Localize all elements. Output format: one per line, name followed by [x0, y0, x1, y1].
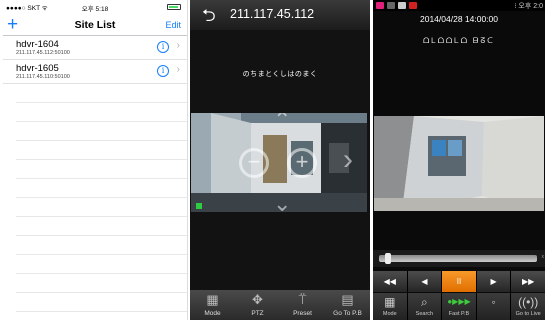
- osd-text: のちまとくしはのまく: [242, 71, 318, 78]
- info-icon[interactable]: i: [157, 41, 169, 53]
- zoom-in-icon[interactable]: +: [287, 148, 317, 178]
- fast-playback-icon: ●▶▶▶: [447, 297, 471, 306]
- site-row[interactable]: hdvr-1604 211.117.45.112:50100 i ›: [3, 36, 187, 60]
- bottom-bar-label: Mode: [382, 311, 397, 317]
- zoom-out-icon[interactable]: −: [239, 148, 269, 178]
- mail-icon: [409, 2, 417, 9]
- seek-end-label: x: [541, 254, 545, 260]
- empty-row: [16, 293, 187, 312]
- playback-bottom-bar: ▦ Mode ⌕ Search ●▶▶▶ Fast P.B ◦ ((•)) Go to Live: [373, 293, 545, 320]
- pause-button[interactable]: II: [442, 271, 476, 292]
- bottom-bar-label: Fast P.B: [448, 311, 470, 317]
- cloud-icon: [398, 2, 406, 9]
- toolbar-label: PTZ: [251, 310, 264, 317]
- usb-icon: [387, 2, 395, 9]
- empty-row: [16, 179, 187, 198]
- empty-row: [16, 141, 187, 160]
- fast-p-b-button[interactable]: ●▶▶▶ Fast P.B: [442, 293, 476, 320]
- ptz-up-icon[interactable]: ⌃: [273, 113, 291, 131]
- battery-icon: [167, 4, 181, 10]
- empty-list-area: [3, 84, 187, 320]
- toolbar-label: Preset: [293, 310, 312, 317]
- live-icon: ((•)): [518, 295, 539, 309]
- site-address: 211.117.45.112:50100: [16, 50, 70, 56]
- device-ip: 211.117.45.112: [230, 7, 315, 21]
- empty-row: [16, 217, 187, 236]
- mode-button[interactable]: ▦ Mode: [190, 290, 235, 320]
- grid-icon: ▦: [384, 295, 396, 309]
- bottom-bar-label: Go to Live: [515, 311, 541, 317]
- info-icon[interactable]: i: [157, 65, 169, 77]
- timestamp: 2014/04/28 14:00:00: [420, 14, 498, 24]
- live-header: ⮌ 211.117.45.112: [190, 0, 370, 30]
- mode-button[interactable]: ▦ Mode: [373, 293, 407, 320]
- recording-indicator-icon: [196, 203, 202, 209]
- toolbar-label: Mode: [204, 310, 221, 317]
- clock-label: 오후 5:18: [81, 6, 109, 13]
- ptz-right-icon[interactable]: ›: [343, 145, 353, 175]
- preset-icon: ⍡: [298, 292, 307, 307]
- ptz-icon: ✥: [252, 292, 263, 307]
- chevron-right-icon: ›: [176, 64, 180, 75]
- seek-bar[interactable]: x: [373, 250, 545, 267]
- site-row[interactable]: hdvr-1605 211.117.45.110:50100 i ›: [3, 60, 187, 84]
- site-address: 211.117.45.110:50100: [16, 74, 70, 80]
- grid-icon: ▦: [206, 292, 219, 307]
- signal-icon: ◦: [491, 295, 496, 309]
- seek-track[interactable]: [379, 255, 537, 262]
- app-notification-icon: [376, 2, 384, 9]
- empty-row: [16, 274, 187, 293]
- playback-video[interactable]: [374, 116, 544, 211]
- notification-icons: [376, 2, 417, 9]
- bottom-bar-label: Search: [415, 311, 434, 317]
- play-button[interactable]: ▶: [476, 271, 511, 292]
- empty-row: [16, 198, 187, 217]
- back-icon[interactable]: ⮌: [202, 3, 216, 32]
- clock-label: ⁝ 오후 2:0: [514, 3, 543, 10]
- live-toolbar: ▦ Mode ✥ PTZ ⍡ Preset ▤ Go To P.B: [190, 290, 370, 320]
- empty-row: [16, 236, 187, 255]
- site-name: hdvr-1604: [16, 39, 59, 50]
- playback-controls: ◀◀ ◀ II ▶ ▶▶: [373, 271, 545, 292]
- ptz-button[interactable]: ✥ PTZ: [235, 290, 280, 320]
- site-list-screen: ●●●●○ SKT ᯤ 오후 5:18 + Site List Edit hdv…: [3, 0, 188, 320]
- empty-row: [16, 312, 187, 320]
- step-back-button[interactable]: ◀: [407, 271, 442, 292]
- go-to-live-button[interactable]: ((•)) Go to Live: [511, 293, 545, 320]
- empty-row: [16, 122, 187, 141]
- empty-row: [16, 255, 187, 274]
- signal-button[interactable]: ◦: [476, 293, 511, 320]
- empty-row: [16, 160, 187, 179]
- preset-button[interactable]: ⍡ Preset: [280, 290, 325, 320]
- go-to-playback-button[interactable]: ▤ Go To P.B: [325, 290, 370, 320]
- playback-feed-image: [374, 116, 544, 211]
- status-bar: ●●●●○ SKT ᯤ 오후 5:18: [3, 0, 187, 14]
- ptz-down-icon[interactable]: ⌄: [273, 193, 291, 213]
- playback-screen: ⁝ 오후 2:0 2014/04/28 14:00:00 ᗝᒪᗝᗝᒪᗝ ᗷᘔᑕ …: [373, 0, 545, 320]
- toolbar-label: Go To P.B: [333, 310, 362, 317]
- empty-row: [16, 84, 187, 103]
- camera-watermark: ᗝᒪᗝᗝᒪᗝ ᗷᘔᑕ: [423, 36, 495, 45]
- empty-row: [16, 103, 187, 122]
- rewind-button[interactable]: ◀◀: [373, 271, 407, 292]
- live-video[interactable]: ⌃ ⌄ › − +: [191, 113, 367, 212]
- status-bar: ⁝ 오후 2:0: [373, 0, 545, 11]
- search-button[interactable]: ⌕ Search: [407, 293, 442, 320]
- page-title: Site List: [74, 19, 116, 31]
- playback-icon: ▤: [341, 292, 354, 307]
- site-name: hdvr-1605: [16, 63, 59, 74]
- live-view-screen: ⮌ 211.117.45.112 のちまとくしはのまく ⌃ ⌄ › − + ▦ …: [190, 0, 370, 320]
- nav-bar: + Site List Edit: [3, 14, 187, 36]
- search-icon: ⌕: [421, 295, 428, 309]
- edit-button[interactable]: Edit: [165, 14, 181, 36]
- seek-handle[interactable]: [385, 253, 392, 264]
- fast-forward-button[interactable]: ▶▶: [511, 271, 545, 292]
- chevron-right-icon: ›: [176, 40, 180, 51]
